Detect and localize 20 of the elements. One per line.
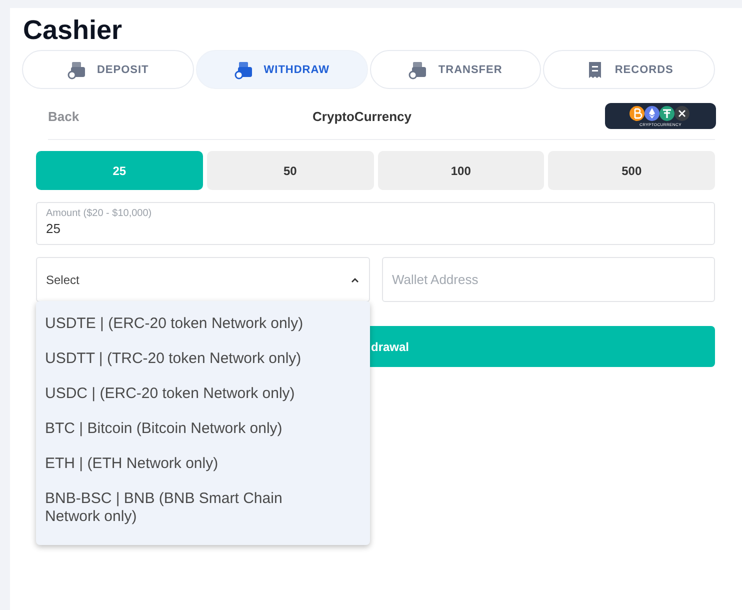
wallet-address-field[interactable]: Wallet Address: [382, 257, 715, 302]
dropdown-option[interactable]: ETH | (ETH Network only): [36, 447, 370, 482]
amount-button[interactable]: 50: [206, 151, 374, 190]
tab[interactable]: WITHDRAW: [196, 50, 368, 89]
chevron-icon: [350, 276, 360, 284]
currency-select[interactable]: Select: [36, 257, 370, 302]
method-title: CryptoCurrency: [312, 108, 412, 124]
wallet-icon: [66, 60, 87, 80]
page-title: Cashier: [23, 16, 124, 44]
tab[interactable]: RECORDS: [543, 50, 715, 89]
dropdown-option[interactable]: BTC | Bitcoin (Bitcoin Network only): [36, 412, 370, 447]
tab[interactable]: TRANSFER: [370, 50, 542, 89]
amount-button[interactable]: 500: [548, 151, 715, 190]
wallet-icon: [408, 60, 428, 80]
dropdown-option[interactable]: BNB-BSC | BNB (BNB Smart Chain Network only): [36, 482, 370, 535]
amount-button[interactable]: 100: [378, 151, 544, 190]
tab[interactable]: DEPOSIT: [22, 50, 194, 89]
wallet-icon: [234, 60, 254, 80]
dropdown-option[interactable]: USDC | (ERC-20 token Network only): [36, 377, 370, 412]
amount-field[interactable]: Amount ($20 - $10,000) 25: [36, 202, 715, 245]
